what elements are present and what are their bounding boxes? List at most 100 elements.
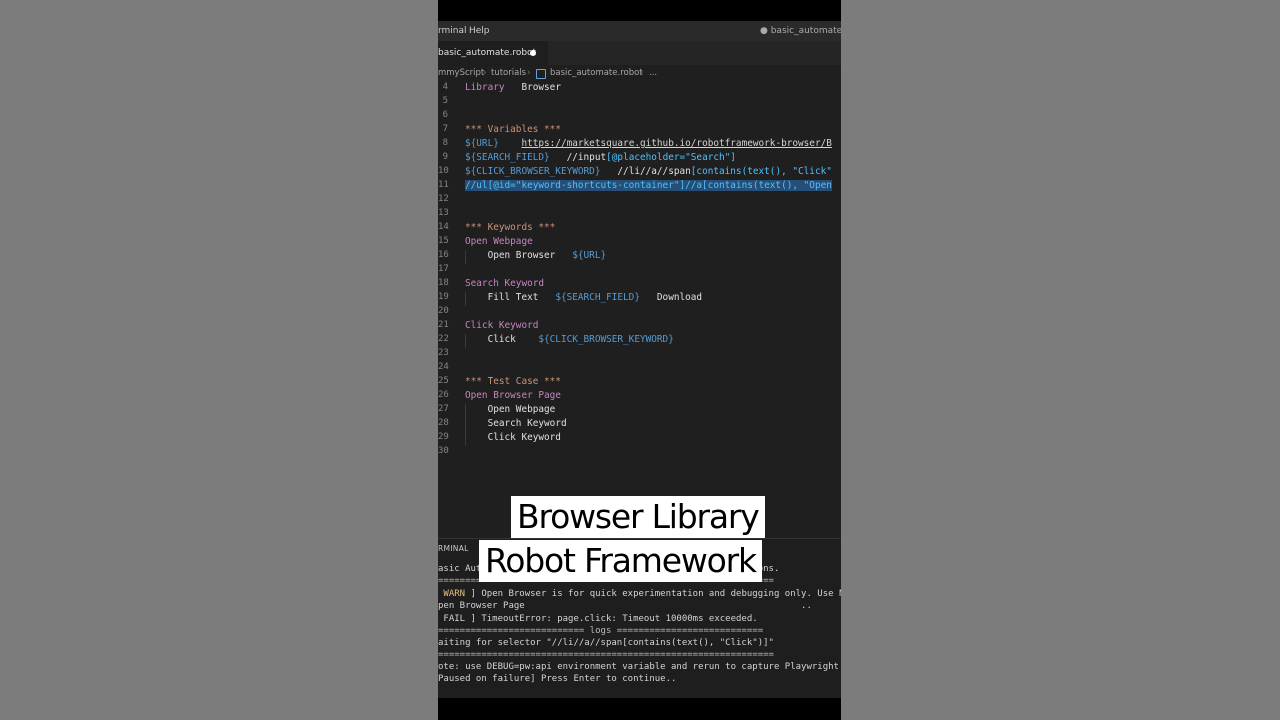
code-line[interactable]: 14 *** Keywords *** [438,222,841,236]
line-number: 4 [442,82,448,92]
code-line[interactable]: 25 *** Test Case *** [438,376,841,390]
chevron-right-icon: › [640,68,644,78]
code-token: [contains(text(), "Click" [690,166,832,177]
code-token: Open Browser Page [465,390,561,401]
code-line[interactable]: 4 Library Browser [438,82,841,96]
code-line[interactable]: 9 ${SEARCH_FIELD} //input[@placeholder="S… [438,152,841,166]
unsaved-dot-icon [530,50,536,56]
terminal-line: pen Browser Page .. [438,601,812,611]
line-number: 9 [442,152,448,162]
code-text: Open Browser Page [465,390,561,401]
code-line[interactable]: 11 //ul[@id="keyword-shortcuts-container"… [438,180,841,194]
line-number: 8 [442,138,448,148]
code-token: ${URL} [465,138,499,149]
code-token: *** Keywords *** [465,222,556,233]
code-line[interactable]: 18 Search Keyword [438,278,841,292]
line-number: 7 [442,124,448,134]
code-line[interactable]: 17 [438,264,841,278]
code-text: Search Keyword [465,278,544,289]
line-number: 24 [438,362,449,372]
breadcrumb-more[interactable]: ... [649,68,657,78]
code-line[interactable]: 8 ${URL} https://marketsquare.github.io/r… [438,138,841,152]
line-number: 18 [438,278,449,288]
terminal-line: FAIL ] TimeoutError: page.click: Timeout… [438,614,758,624]
line-number: 25 [438,376,449,386]
code-line[interactable]: 20 [438,306,841,320]
window-title: ● basic_automate.rob [760,26,841,36]
menu-terminal[interactable]: rminal [438,26,467,36]
blur-background-right [841,0,1280,720]
code-line[interactable]: 26 Open Browser Page [438,390,841,404]
line-number: 12 [438,194,449,204]
code-line[interactable]: 19 Fill Text ${SEARCH_FIELD} Download [438,292,841,306]
code-line[interactable]: 16 Open Browser ${URL} [438,250,841,264]
code-line[interactable]: 7 *** Variables *** [438,124,841,138]
top-letterbox [438,0,841,21]
code-token: Fill Text [465,292,556,303]
line-number: 23 [438,348,449,358]
code-text: *** Test Case *** [465,376,561,387]
line-number: 19 [438,292,449,302]
code-token: //li//a//span [600,166,691,177]
breadcrumb-folder[interactable]: mmyScript [438,68,484,78]
code-token: *** Test Case *** [465,376,561,387]
code-token: Click [465,334,539,345]
code-line[interactable]: 21 Click Keyword [438,320,841,334]
code-line[interactable]: 10 ${CLICK_BROWSER_KEYWORD} //li//a//span… [438,166,841,180]
code-line[interactable]: 5 [438,96,841,110]
line-number: 27 [438,404,449,414]
vscode-window: rminal Help ● basic_automate.rob basic_a… [438,0,841,720]
line-number: 30 [438,446,449,456]
blur-background-left [0,0,438,720]
line-number: 10 [438,166,449,176]
terminal-tab[interactable]: RMINAL [438,544,469,553]
code-token: Download [639,292,703,303]
terminal-line: ote: use DEBUG=pw:api environment variab… [438,662,841,672]
code-token: ${CLICK_BROWSER_KEYWORD} [465,166,601,177]
terminal-line: aiting for selector "//li//a//span[conta… [438,638,774,648]
code-editor[interactable]: 4 Library Browser 5 6 7 *** Variables *** 8 ${U… [438,81,841,461]
code-line[interactable]: 30 [438,446,841,460]
code-text: *** Variables *** [465,124,561,135]
code-text: ${URL} https://marketsquare.github.io/ro… [465,138,832,149]
line-number: 29 [438,432,449,442]
line-number: 28 [438,418,449,428]
code-token: //input [549,152,607,163]
line-number: 6 [442,110,448,120]
code-line[interactable]: 6 [438,110,841,124]
code-text: Search Keyword [465,418,567,429]
caption-line-2: Robot Framework [479,540,762,582]
code-text: Click ${CLICK_BROWSER_KEYWORD} [465,334,674,345]
code-line[interactable]: 13 [438,208,841,222]
code-line[interactable]: 24 [438,362,841,376]
code-token: Search Keyword [465,278,545,289]
breadcrumb-tutorials[interactable]: tutorials [491,68,526,78]
code-line[interactable]: 23 [438,348,841,362]
line-number: 26 [438,390,449,400]
code-line[interactable]: 15 Open Webpage [438,236,841,250]
tab-basic-automate-robot[interactable]: basic_automate.robot [438,41,548,65]
code-token: ${URL} [572,250,607,261]
code-text: *** Keywords *** [465,222,555,233]
code-line[interactable]: 27 Open Webpage [438,404,841,418]
code-token: Click Keyword [465,320,539,331]
code-text: //ul[@id="keyword-shortcuts-container"]/… [465,180,832,191]
code-line[interactable]: 22 Click ${CLICK_BROWSER_KEYWORD} [438,334,841,348]
code-token: Open Webpage [465,236,533,247]
code-text: Click Keyword [465,320,538,331]
code-token: ${SEARCH_FIELD} [555,292,640,303]
code-line[interactable]: 28 Search Keyword [438,418,841,432]
line-number: 20 [438,306,449,316]
code-line[interactable]: 12 [438,194,841,208]
menu-help[interactable]: Help [469,26,490,36]
code-text: Library Browser [465,82,561,93]
code-token: Click Keyword [465,432,561,443]
code-text: Open Webpage [465,236,533,247]
line-number: 22 [438,334,449,344]
code-token: Open Webpage [465,404,556,415]
code-token: ${CLICK_BROWSER_KEYWORD} [538,334,674,345]
code-token: *** Variables *** [465,124,561,135]
code-line[interactable]: 29 Click Keyword [438,432,841,446]
warn-label: WARN [438,589,471,599]
breadcrumb-file[interactable]: basic_automate.robot [550,68,643,78]
